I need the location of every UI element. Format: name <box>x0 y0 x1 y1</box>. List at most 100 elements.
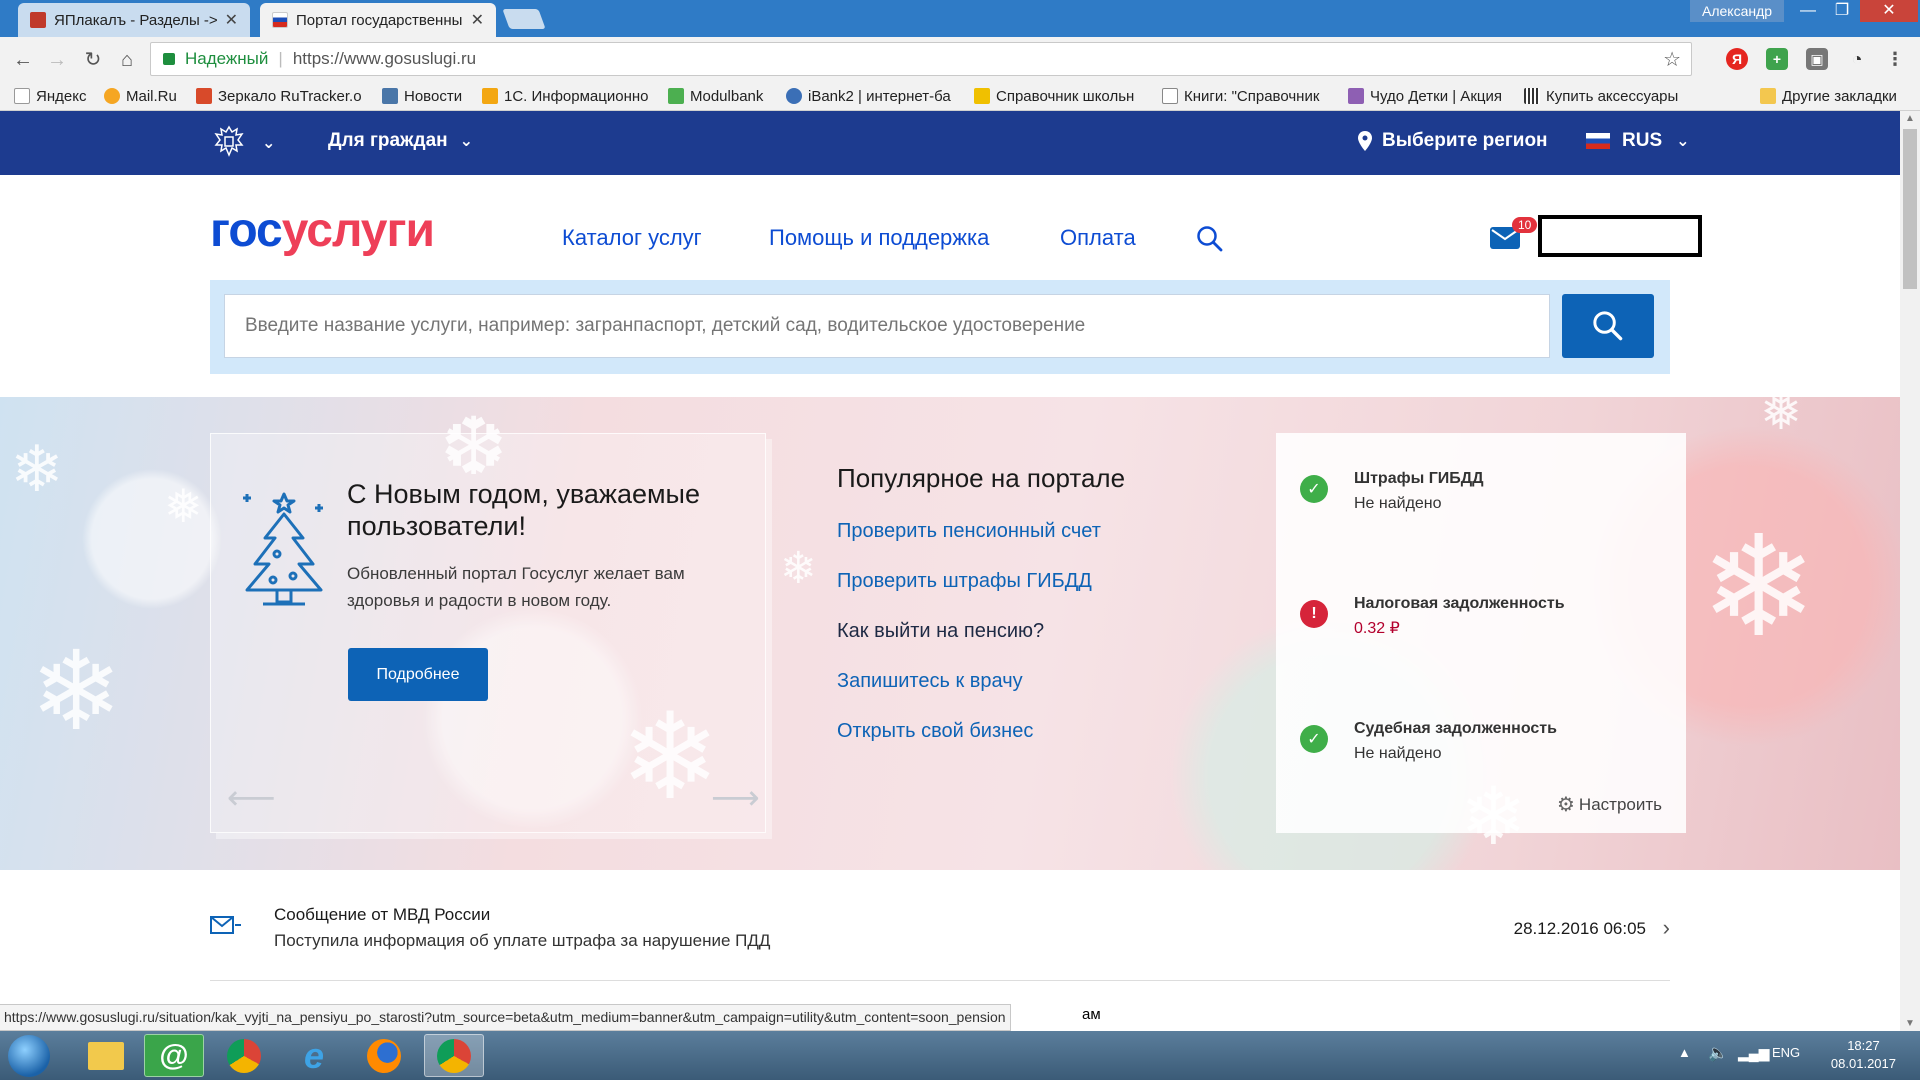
widget-item-traffic-fines[interactable]: ✓ Штрафы ГИБДД Не найдено <box>1300 467 1484 517</box>
promo-text: Обновленный портал Госуслуг желает вам з… <box>347 564 685 610</box>
yaplakal-favicon-icon <box>30 12 46 28</box>
other-bookmarks[interactable]: Другие закладки <box>1760 86 1916 106</box>
popular-link-traffic-fines[interactable]: Проверить штрафы ГИБДД <box>837 566 1217 616</box>
bookmark-item[interactable]: Зеркало RuTracker.o <box>196 86 364 106</box>
russian-emblem-icon[interactable] <box>210 123 248 161</box>
input-language[interactable]: ENG <box>1772 1045 1800 1060</box>
system-clock[interactable]: 18:27 08.01.2017 <box>1831 1037 1896 1073</box>
snowflake-decoration-icon: ❄ <box>10 433 64 505</box>
bag-extension-icon[interactable]: ▣ <box>1806 48 1828 70</box>
page-scrollbar[interactable]: ▲ ▼ <box>1900 111 1920 1031</box>
widget-item-court-debt[interactable]: ✓ Судебная задолженность Не найдено <box>1300 717 1557 767</box>
vk-icon <box>382 88 398 104</box>
header-search-icon[interactable] <box>1196 225 1224 253</box>
emblem-chevron-down-icon[interactable]: ⌄ <box>262 133 275 153</box>
widget-settings-link[interactable]: ⚙ Настроить <box>1557 792 1662 817</box>
search-icon <box>1593 311 1623 341</box>
scrollbar-thumb[interactable] <box>1903 129 1917 289</box>
rutracker-icon <box>196 88 212 104</box>
widget-item-title: Штрафы ГИБДД <box>1354 470 1484 487</box>
close-window-icon[interactable]: ✕ <box>1860 0 1918 22</box>
taskbar-mail-agent[interactable]: @ <box>144 1034 204 1077</box>
bookmark-item[interactable]: Чудо Детки | Акция <box>1348 86 1512 106</box>
scroll-up-arrow-icon[interactable]: ▲ <box>1900 113 1920 124</box>
widget-item-value: Не найдено <box>1354 745 1442 762</box>
forward-arrow-icon[interactable]: → <box>44 47 70 73</box>
school-icon <box>974 88 990 104</box>
envelope-arrow-icon <box>210 916 241 934</box>
folder-icon <box>88 1041 124 1070</box>
back-arrow-icon[interactable]: ← <box>10 47 36 73</box>
address-separator: | <box>278 49 283 68</box>
promo-more-button[interactable]: Подробнее <box>348 648 488 701</box>
bookmark-item[interactable]: Купить аксессуары <box>1524 86 1700 106</box>
taskbar-chrome-active[interactable] <box>424 1034 484 1077</box>
tab-close-icon[interactable]: ✕ <box>225 10 238 30</box>
menu-help[interactable]: Помощь и поддержка <box>769 225 989 251</box>
notification-row[interactable]: Сообщение от МВД России Поступила информ… <box>210 901 1670 981</box>
browser-tab-gosuslugi[interactable]: Портал государственны ✕ <box>260 3 496 37</box>
taskbar-chrome[interactable] <box>214 1034 274 1077</box>
bookmark-item[interactable]: Mail.Ru <box>104 86 184 106</box>
taskbar-internet-explorer[interactable]: e <box>284 1034 344 1077</box>
address-url[interactable]: https://www.gosuslugi.ru <box>293 49 476 69</box>
christmas-tree-icon <box>243 492 323 606</box>
bookmark-item[interactable]: Яндекс <box>14 86 94 106</box>
profile-name[interactable]: Александр <box>1690 0 1785 22</box>
bookmark-item[interactable]: 1С. Информационно <box>482 86 652 106</box>
volume-icon[interactable]: 🔈 <box>1708 1043 1728 1063</box>
scroll-down-arrow-icon[interactable]: ▼ <box>1900 1018 1920 1029</box>
bookmark-item[interactable]: Modulbank <box>668 86 776 106</box>
page-icon <box>1162 88 1178 104</box>
green-extension-icon[interactable]: + <box>1766 48 1788 70</box>
new-tab-button[interactable] <box>502 9 546 29</box>
bookmark-item[interactable]: Справочник школьн <box>974 86 1146 106</box>
browser-tab-yaplakal[interactable]: ЯПлакалъ - Разделы -> ✕ <box>18 3 250 37</box>
bookmarks-bar: Яндекс Mail.Ru Зеркало RuTracker.o Новос… <box>0 81 1920 111</box>
snowflake-decoration-icon: ❄ <box>780 544 817 593</box>
audience-dropdown[interactable]: Для граждан ⌄ <box>328 130 473 152</box>
service-search-input[interactable] <box>224 294 1550 358</box>
region-selector[interactable]: Выберите регион <box>1358 130 1548 152</box>
reload-icon[interactable]: ↻ <box>80 47 106 73</box>
carousel-prev-arrow-icon[interactable]: ⟵ <box>227 778 276 818</box>
popular-link-retirement[interactable]: Как выйти на пенсию? <box>837 616 1217 666</box>
address-bar[interactable]: Надежный | https://www.gosuslugi.ru ☆ <box>150 42 1692 76</box>
popular-link-business[interactable]: Открыть свой бизнес <box>837 716 1217 766</box>
carousel-next-arrow-icon[interactable]: ⟶ <box>711 778 760 818</box>
bookmark-star-icon[interactable]: ☆ <box>1663 47 1681 72</box>
taskbar-firefox[interactable] <box>354 1034 414 1077</box>
popular-link-pension-account[interactable]: Проверить пенсионный счет <box>837 516 1217 566</box>
bookmark-item[interactable]: iBank2 | интернет-ба <box>786 86 958 106</box>
bookmark-label: Другие закладки <box>1782 87 1897 105</box>
popular-link-doctor[interactable]: Запишитесь к врачу <box>837 666 1217 716</box>
language-selector[interactable]: RUS ⌄ <box>1586 130 1690 152</box>
audience-label: Для граждан <box>328 130 448 151</box>
user-account-box[interactable] <box>1538 215 1702 257</box>
mail-notifications[interactable]: 10 <box>1490 217 1538 254</box>
menu-catalog[interactable]: Каталог услуг <box>562 225 702 251</box>
gear-icon: ⚙ <box>1556 794 1575 816</box>
network-signal-icon[interactable]: ▂▄▆ <box>1738 1045 1769 1062</box>
browser-toolbar: ← → ↻ ⌂ Надежный | https://www.gosuslugi… <box>0 37 1920 81</box>
speedometer-icon[interactable]: ◔ <box>1846 48 1868 70</box>
widget-item-tax-debt[interactable]: ! Налоговая задолженность 0.32 ₽ <box>1300 592 1565 642</box>
search-button[interactable] <box>1562 294 1654 358</box>
bookmark-item[interactable]: Новости <box>382 86 476 106</box>
firefox-icon <box>367 1038 401 1073</box>
gosuslugi-logo[interactable]: госуслуги <box>210 207 435 255</box>
start-button[interactable] <box>8 1035 50 1077</box>
home-icon[interactable]: ⌂ <box>114 47 140 73</box>
maximize-icon[interactable]: ❐ <box>1822 0 1862 22</box>
menu-payment[interactable]: Оплата <box>1060 225 1136 251</box>
tray-expand-icon[interactable]: ▲ <box>1678 1045 1691 1060</box>
taskbar-explorer[interactable] <box>76 1034 136 1077</box>
menu-dots-icon[interactable]: ⋮ <box>1884 48 1906 70</box>
snowflake-decoration-icon: ❄ <box>1700 508 1818 665</box>
tab-close-icon[interactable]: ✕ <box>471 10 484 30</box>
bookmark-label: Книги: "Справочник <box>1184 87 1320 105</box>
yandex-extension-icon[interactable]: Я <box>1726 48 1748 70</box>
bookmark-item[interactable]: Книги: "Справочник <box>1162 86 1332 106</box>
exclamation-circle-icon: ! <box>1300 600 1328 628</box>
chrome-icon <box>227 1038 261 1073</box>
